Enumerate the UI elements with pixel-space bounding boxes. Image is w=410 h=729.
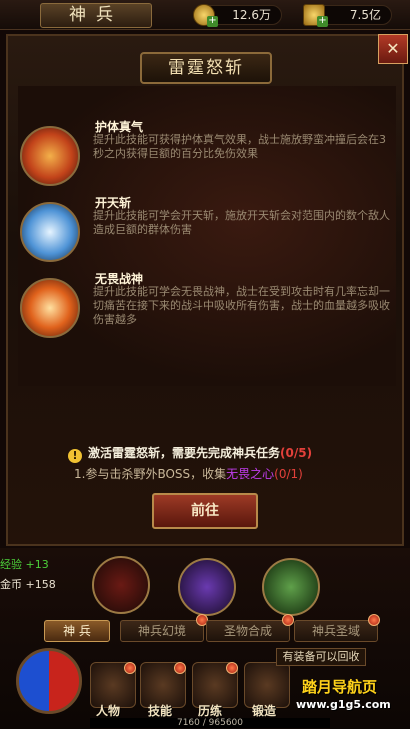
notification-dot-icon (226, 662, 238, 674)
skill-desc: 提升此技能可学会开天斩，施放开天斩会对范围内的数个敌人造成巨额的群体伤害 (93, 209, 390, 236)
exp-bar: 7160 / 965600 (90, 718, 330, 728)
activation-requirement: ! 激活雷霆怒斩，需要先完成神兵任务(0/5) (68, 444, 312, 463)
watermark-url: www.g1g5.com (296, 698, 391, 711)
ingot-balance[interactable]: + 7.5亿 (303, 4, 392, 27)
nav-label-forge[interactable]: 锻造 (252, 702, 276, 719)
skill-desc: 提升此技能可学会无畏战神，战士在受到攻击时有几率忘却一切痛苦在接下来的战斗中吸收… (93, 285, 390, 326)
skill-desc: 提升此技能可获得护体真气效果，战士施放野蛮冲撞后会在3秒之内获得巨额的百分比免伤… (93, 133, 386, 160)
skill-item: 开天斩 提升此技能可学会开天斩，施放开天斩会对范围内的数个敌人造成巨额的群体伤害 (20, 194, 400, 264)
recycle-tooltip[interactable]: 有装备可以回收 (276, 648, 366, 666)
hp-mp-orb-icon (16, 648, 82, 714)
weapon-slot-green-icon[interactable] (262, 558, 320, 616)
notification-dot-icon (368, 614, 380, 626)
gold-gain: 金币 +158 (0, 578, 56, 591)
fire-orb-icon (20, 278, 80, 338)
weapon-slot-purple-icon[interactable] (178, 558, 236, 616)
notification-dot-icon (282, 614, 294, 626)
tab-shenbing-shengyu[interactable]: 神兵圣域 (294, 620, 378, 642)
skill-item: 无畏战神 提升此技能可学会无畏战神，战士在受到攻击时有几率忘却一切痛苦在接下来的… (20, 270, 400, 340)
task-line: 1.参与击杀野外BOSS，收集无畏之心(0/1) (74, 467, 303, 481)
nav-label-skill[interactable]: 技能 (148, 702, 172, 719)
notification-dot-icon (174, 662, 186, 674)
tab-shenbing[interactable]: 神 兵 (44, 620, 110, 642)
watermark-title: 踏月导航页 (302, 678, 378, 696)
warning-icon: ! (68, 449, 82, 463)
flame-swirl-icon (20, 126, 80, 186)
exp-gain: 经验 +13 (0, 558, 49, 571)
nav-label-character[interactable]: 人物 (96, 702, 120, 719)
close-button[interactable]: ✕ (378, 34, 408, 64)
top-bar: 神兵 + 12.6万 + 7.5亿 (0, 0, 410, 30)
page-title: 神兵 (40, 3, 152, 28)
nav-label-training[interactable]: 历练 (198, 702, 222, 719)
tab-shenbing-huanjing[interactable]: 神兵幻境 (120, 620, 204, 642)
skill-panel-title: 雷霆怒斩 (140, 52, 272, 84)
weapon-slot-red-icon[interactable] (92, 556, 150, 614)
add-coin-icon[interactable]: + (207, 16, 218, 27)
add-ingot-icon[interactable]: + (317, 16, 328, 27)
coin-balance[interactable]: + 12.6万 (193, 4, 282, 27)
notification-dot-icon (124, 662, 136, 674)
tab-shengwu-hecheng[interactable]: 圣物合成 (206, 620, 290, 642)
ice-blade-icon (20, 202, 80, 262)
go-button[interactable]: 前往 (152, 493, 258, 529)
skill-item: 护体真气 提升此技能可获得护体真气效果，战士施放野蛮冲撞后会在3秒之内获得巨额的… (20, 118, 400, 188)
